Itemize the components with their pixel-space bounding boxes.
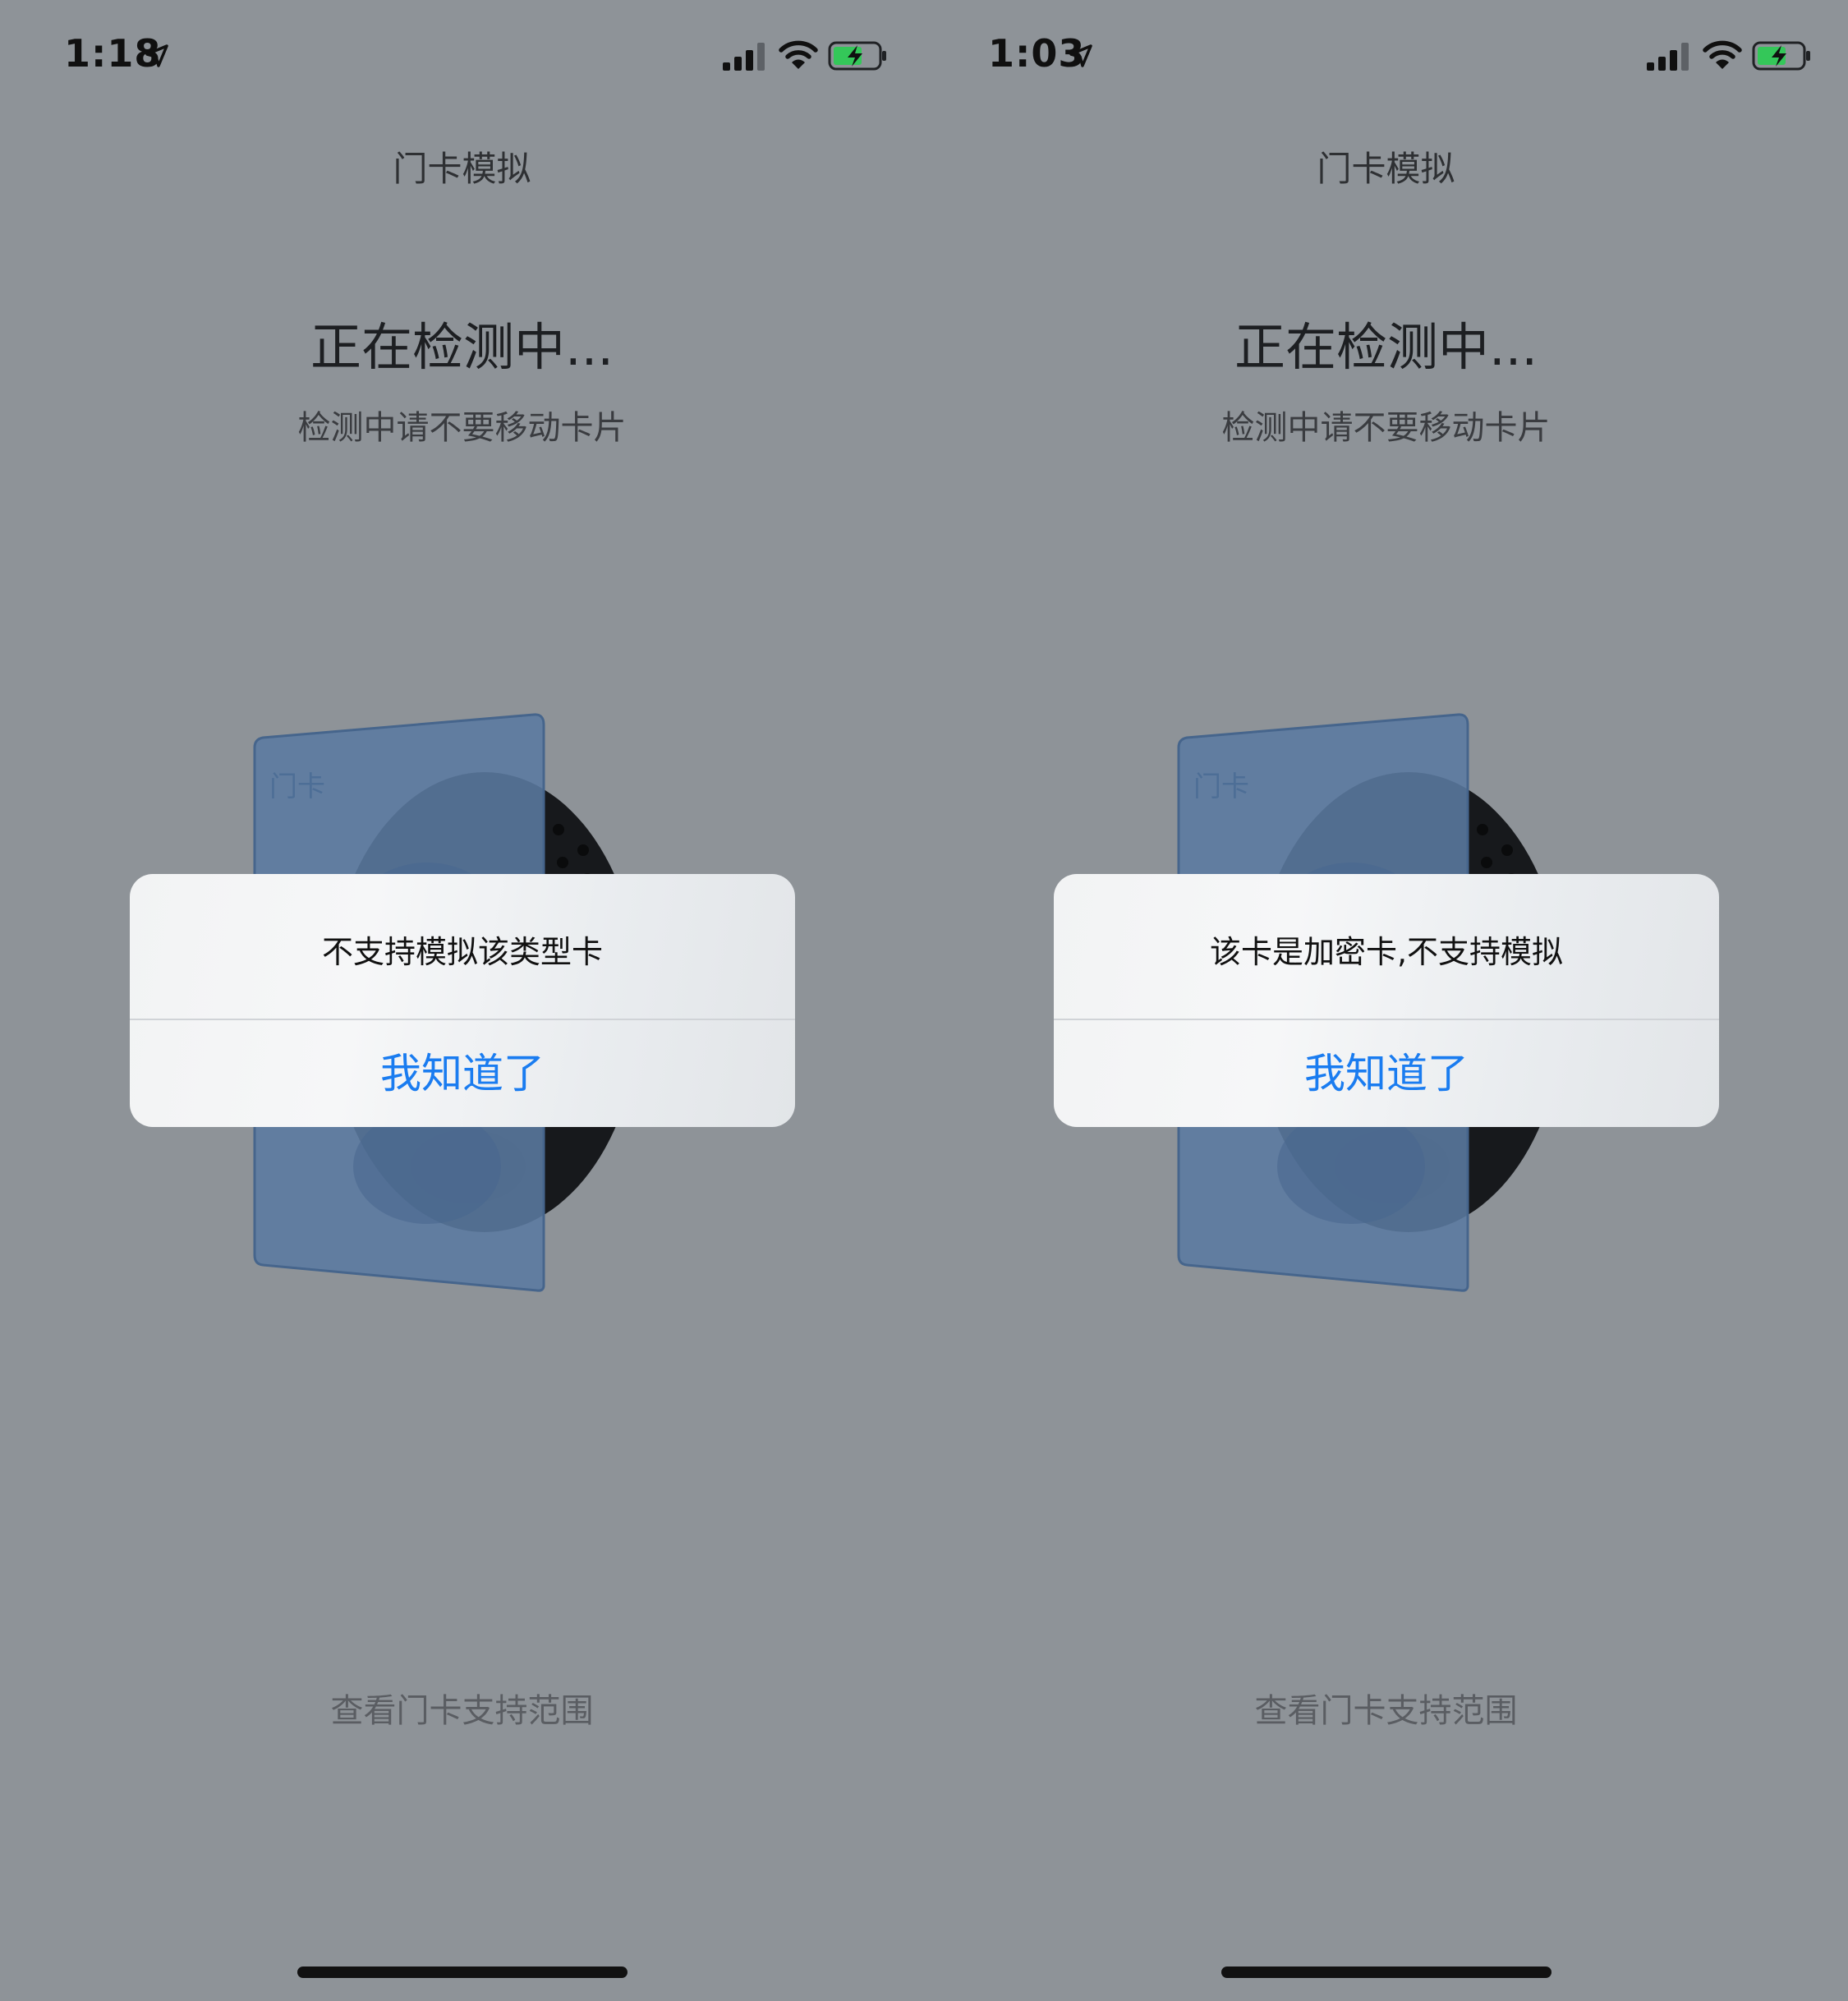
battery-charging-icon	[828, 41, 886, 71]
support-range-link[interactable]: 查看门卡支持范围	[0, 1684, 924, 1732]
card-label: 门卡	[269, 770, 325, 803]
cellular-signal-icon	[1647, 43, 1689, 71]
phone-screen-right: 1:03 门卡模拟 正在检测中... 检测中请不要移动卡片 门卡 该卡是加密卡,…	[924, 0, 1848, 2001]
card-label: 门卡	[1193, 770, 1249, 803]
detection-status-subtitle: 检测中请不要移动卡片	[1221, 409, 1551, 447]
support-range-link[interactable]: 查看门卡支持范围	[924, 1684, 1848, 1732]
alert-ok-button[interactable]: 我知道了	[130, 1020, 795, 1127]
alert-message: 不支持模拟该类型卡	[321, 934, 603, 970]
home-indicator[interactable]	[297, 1966, 627, 1978]
home-indicator[interactable]	[1221, 1966, 1551, 1978]
location-arrow-icon	[1069, 44, 1092, 67]
alert-ok-button[interactable]: 我知道了	[1054, 1020, 1719, 1127]
battery-charging-icon	[1752, 41, 1810, 71]
nav-title: 门卡模拟	[393, 149, 531, 189]
detection-status-title: 正在检测中...	[310, 317, 614, 377]
detection-status-subtitle: 检测中请不要移动卡片	[297, 409, 627, 447]
wifi-icon	[779, 40, 818, 69]
nav-title: 门卡模拟	[1317, 149, 1455, 189]
cellular-signal-icon	[723, 43, 765, 71]
alert-dialog: 该卡是加密卡,不支持模拟 我知道了	[1054, 874, 1719, 1127]
alert-dialog: 不支持模拟该类型卡 我知道了	[130, 874, 795, 1127]
wifi-icon	[1703, 40, 1742, 69]
phone-screen-left: 1:18 门卡模拟 正在检测中... 检测中请不要移动卡片 门卡 不支持模拟该类…	[0, 0, 924, 2001]
alert-message: 该卡是加密卡,不支持模拟	[1209, 934, 1564, 970]
detection-status-title: 正在检测中...	[1234, 317, 1538, 377]
location-arrow-icon	[145, 44, 168, 67]
